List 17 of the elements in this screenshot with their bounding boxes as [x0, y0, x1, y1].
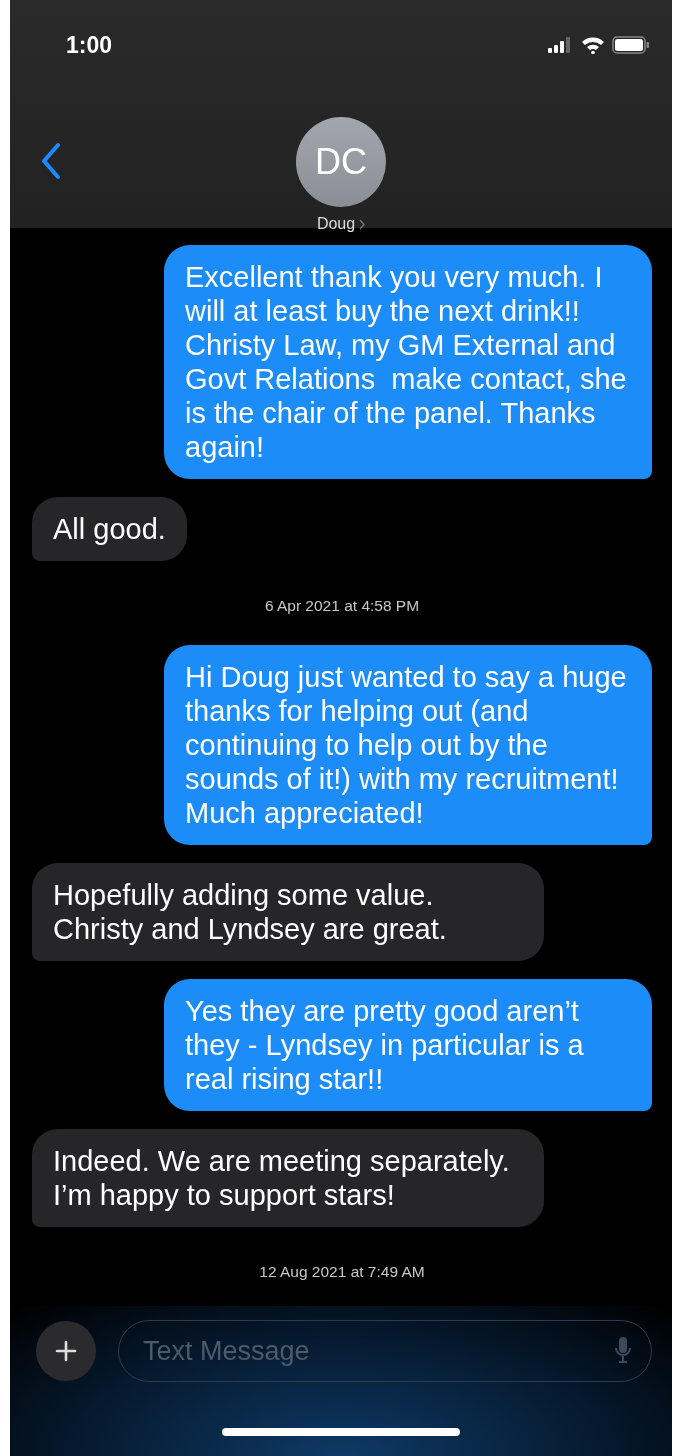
chevron-icon[interactable]: [359, 218, 366, 230]
plus-button[interactable]: [36, 1321, 96, 1381]
status-time: 1:00: [66, 31, 113, 59]
received-message-bubble: Indeed. We are meeting separately. I’m happy to support stars!: [32, 1129, 544, 1227]
received-message-bubble: Hopefully adding some value. Christy and Lyndsey are great.: [32, 863, 544, 961]
plus-icon: [55, 1340, 77, 1362]
battery-icon: [612, 36, 650, 54]
received-message-bubble: All good.: [32, 497, 187, 561]
timestamp: 6 Apr 2021 at 4:58 PM: [264, 597, 420, 615]
sent-message-bubble: Excellent thank you very much. I will at least buy the next drink!! Christy Law, my GM External and Govt Relations make contact, she is the chair of the panel. Thanks again!: [164, 245, 652, 479]
sent-message-bubble: Hi Doug just wanted to say a huge thanks for helping out (and continuing to help out by the sounds of it!) with my recruitment! Much appreciated!: [164, 645, 652, 845]
wifi-icon: [581, 36, 605, 54]
back-icon[interactable]: [40, 142, 62, 180]
message-input-field[interactable]: Text Message: [118, 1320, 652, 1382]
sent-message-bubble: Yes they are pretty good aren’t they - Lyndsey in particular is a real rising star!!: [164, 979, 652, 1111]
timestamp: 12 Aug 2021 at 7:49 AM: [259, 1263, 425, 1281]
contact-name-link[interactable]: Doug: [316, 215, 366, 233]
